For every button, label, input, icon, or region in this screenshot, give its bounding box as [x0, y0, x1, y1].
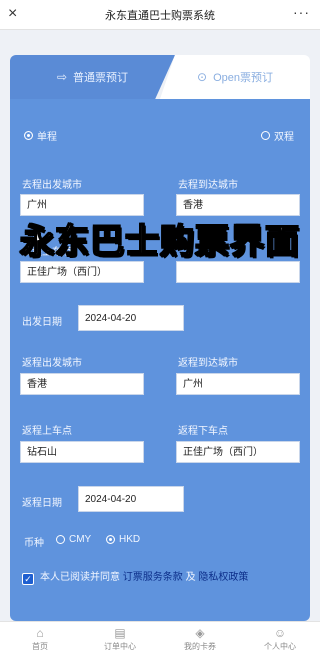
bottom-nav: ⌂ 首页 ▤ 订单中心 ◈ 我的卡券 ☺ 个人中心: [0, 621, 320, 657]
open-ticket-icon: ⊙: [197, 70, 208, 84]
radio-selected-icon: [24, 131, 33, 140]
user-icon: ☺: [273, 626, 287, 640]
return-date-label: 返程日期: [22, 498, 62, 509]
close-icon[interactable]: ×: [8, 5, 17, 23]
outbound-alight-field[interactable]: [176, 261, 300, 283]
outbound-to-label: 去程到达城市: [178, 180, 238, 191]
return-from-field[interactable]: 香港: [20, 373, 144, 395]
home-icon: ⌂: [36, 626, 44, 640]
tab-open-ticket[interactable]: ⊙ Open票预订: [160, 55, 310, 99]
bus-icon: ⇨: [56, 70, 68, 84]
return-to-label: 返程到达城市: [178, 358, 238, 369]
round-trip-radio[interactable]: 双程: [261, 128, 294, 143]
currency-label: 币种: [24, 538, 44, 549]
one-way-label: 单程: [37, 132, 57, 143]
nav-orders[interactable]: ▤ 订单中心: [90, 625, 150, 652]
outbound-to-field[interactable]: 香港: [176, 194, 300, 216]
outbound-board-field[interactable]: 正佳广场（西门）: [20, 261, 144, 283]
radio-selected-icon: [106, 535, 115, 544]
tab-label: Open票预订: [213, 72, 273, 84]
terms-link[interactable]: 订票服务条款: [123, 572, 183, 583]
radio-empty-icon: [261, 131, 270, 140]
outbound-from-field[interactable]: 广州: [20, 194, 144, 216]
departure-date-field[interactable]: 2024-04-20: [78, 305, 184, 331]
booking-tabs: ⇨ 普通票预订 ⊙ Open票预订: [10, 55, 310, 99]
agreement-row: ✓ 本人已阅读并同意 订票服务条款 及 隐私权政策: [22, 570, 302, 585]
return-to-field[interactable]: 广州: [176, 373, 300, 395]
currency-cmy-radio[interactable]: CMY: [56, 534, 91, 545]
nav-home[interactable]: ⌂ 首页: [10, 625, 70, 652]
coupon-icon: ◈: [195, 626, 205, 640]
return-board-label: 返程上车点: [22, 426, 72, 437]
orders-icon: ▤: [114, 626, 126, 640]
currency-cmy-label: CMY: [69, 534, 92, 545]
nav-profile[interactable]: ☺ 个人中心: [250, 625, 310, 652]
outbound-from-label: 去程出发城市: [22, 180, 82, 191]
tab-normal-ticket[interactable]: ⇨ 普通票预订: [10, 55, 175, 99]
return-date-field[interactable]: 2024-04-20: [78, 486, 184, 512]
return-board-field[interactable]: 钻石山: [20, 441, 144, 463]
round-trip-label: 双程: [274, 132, 294, 143]
privacy-link[interactable]: 隐私权政策: [198, 572, 248, 583]
app-title: 永东直通巴士购票系统: [105, 9, 215, 22]
return-from-label: 返程出发城市: [22, 358, 82, 369]
radio-empty-icon: [56, 535, 65, 544]
overlay-caption: 永东巴士购票界面: [19, 222, 300, 262]
nav-coupons[interactable]: ◈ 我的卡券: [170, 625, 230, 652]
currency-hkd-label: HKD: [119, 534, 141, 545]
agreement-text: 本人已阅读并同意 订票服务条款 及 隐私权政策: [40, 572, 249, 583]
currency-hkd-radio[interactable]: HKD: [106, 534, 140, 545]
return-alight-label: 返程下车点: [178, 426, 228, 437]
agreement-checkbox[interactable]: ✓: [22, 573, 34, 585]
departure-date-label: 出发日期: [22, 317, 62, 328]
tab-label: 普通票预订: [73, 72, 129, 84]
one-way-radio[interactable]: 单程: [24, 128, 57, 143]
more-icon[interactable]: ···: [293, 4, 310, 20]
title-bar: × 永东直通巴士购票系统 ···: [0, 0, 320, 30]
trip-type-row: 单程 双程: [24, 128, 304, 144]
currency-row: 币种 CMY HKD: [24, 534, 224, 549]
return-alight-field[interactable]: 正佳广场（西门）: [176, 441, 300, 463]
